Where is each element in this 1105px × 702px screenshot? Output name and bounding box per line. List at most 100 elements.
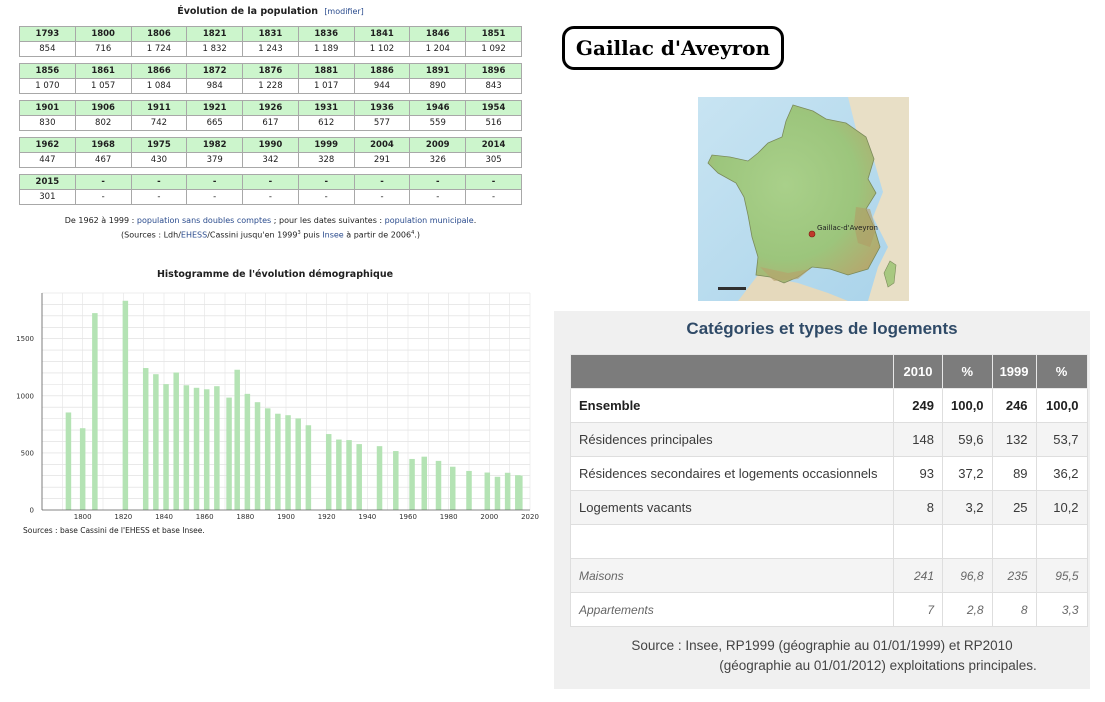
link-sans-doubles-comptes[interactable]: population sans doubles comptes xyxy=(137,216,271,225)
value-row: 1 070 1 057 1 084 984 1 228 1 017 944 890 843 xyxy=(19,78,522,94)
population-cell: - xyxy=(353,189,411,205)
housing-value-cell: 7 xyxy=(893,592,943,627)
y-tick-label: 500 xyxy=(21,449,34,457)
population-cell: 1 070 xyxy=(19,78,76,94)
histogram-bar xyxy=(435,460,442,510)
population-cell: 326 xyxy=(409,152,467,168)
link-population-municipale[interactable]: population municipale xyxy=(385,216,474,225)
population-cell: 1 102 xyxy=(353,41,411,57)
population-cell: 854 xyxy=(19,41,76,57)
population-cell: 612 xyxy=(297,115,355,131)
edit-link[interactable]: [modifier] xyxy=(324,7,363,16)
year-cell: 1921 xyxy=(186,100,244,116)
housing-value-cell: 132 xyxy=(991,422,1037,457)
housing-value-cell xyxy=(942,524,993,559)
year-cell: 1831 xyxy=(242,26,299,42)
population-cell: 742 xyxy=(130,115,188,131)
population-table: 1793 1800 1806 1821 1831 1836 1841 1846 1851 854 7… xyxy=(19,26,522,57)
housing-value-cell: 53,7 xyxy=(1035,422,1088,457)
value-row: 447 467 430 379 342 328 291 326 305 xyxy=(19,152,522,168)
histogram-bar xyxy=(122,300,129,510)
histogram-bar xyxy=(421,456,428,510)
year-cell: 1856 xyxy=(19,63,76,79)
housing-table: 2010% 1999% Ensemble 249 100,0 246 100,0 Résid… xyxy=(570,354,1088,627)
housing-value-cell: 36,2 xyxy=(1035,456,1088,491)
histogram-bar xyxy=(173,372,179,510)
population-histogram: 1800 1820 1840 1860 1880 1900 1920 1940 1960 1980… xyxy=(16,292,539,521)
x-tick-label: 1900 xyxy=(277,513,295,521)
y-tick-label: 1000 xyxy=(16,392,34,400)
location-marker-label: Gaillac-d'Aveyron xyxy=(817,224,878,232)
housing-value-cell: 37,2 xyxy=(942,456,993,491)
histogram-bar xyxy=(285,415,291,510)
population-cell: 305 xyxy=(465,152,522,168)
year-cell: 1866 xyxy=(130,63,188,79)
year-row: 1901 1906 1911 1921 1926 1931 1936 1946 1954 xyxy=(19,100,522,116)
housing-value-cell: 96,8 xyxy=(942,558,993,593)
population-title: Évolution de la population [modifier] xyxy=(177,6,364,17)
housing-panel: Catégories et types de logements 2010% 19… xyxy=(554,311,1090,689)
histogram-bar xyxy=(494,476,501,510)
population-table: 1962 1968 1975 1982 1990 1999 2004 2009 2014 447 4… xyxy=(19,137,522,168)
histogram-source: Sources : base Cassini de l'EHESS et bas… xyxy=(23,526,205,535)
housing-value-cell: 25 xyxy=(991,490,1037,525)
population-cell: 291 xyxy=(353,152,411,168)
year-row: 1856 1861 1866 1872 1876 1881 1886 1891 1896 xyxy=(19,63,522,79)
population-cell: 1 017 xyxy=(297,78,355,94)
housing-value-cell xyxy=(1035,524,1088,559)
housing-row: Appartements 7 2,8 8 3,3 xyxy=(570,592,1088,627)
population-cell: - xyxy=(74,189,132,205)
x-tick-label: 1880 xyxy=(236,513,254,521)
housing-row: Résidences principales 148 59,6 132 53,7 xyxy=(570,422,1088,457)
population-cell: 1 057 xyxy=(74,78,132,94)
housing-header-row: 2010% 1999% xyxy=(570,354,1088,389)
year-cell: - xyxy=(186,174,244,190)
location-marker xyxy=(808,230,816,238)
housing-label-cell: Résidences principales xyxy=(570,422,894,457)
population-cell: - xyxy=(186,189,244,205)
histogram-bar xyxy=(264,408,271,510)
histogram-bar xyxy=(234,369,240,510)
housing-label-cell: Appartements xyxy=(570,592,894,627)
population-cell: 559 xyxy=(409,115,467,131)
x-tick-label: 2000 xyxy=(480,513,498,521)
year-cell: 1931 xyxy=(297,100,355,116)
population-cell: 1 204 xyxy=(409,41,467,57)
population-cell: 944 xyxy=(353,78,411,94)
housing-value-cell: 89 xyxy=(991,456,1037,491)
year-cell: 1846 xyxy=(409,26,467,42)
x-tick-label: 2020 xyxy=(521,513,539,521)
population-cell: 1 228 xyxy=(242,78,299,94)
year-cell: 1911 xyxy=(130,100,188,116)
population-cell: 1 724 xyxy=(130,41,188,57)
x-tick-label: 1840 xyxy=(155,513,173,521)
housing-row: Ensemble 249 100,0 246 100,0 xyxy=(570,388,1088,423)
population-cell: 1 832 xyxy=(186,41,244,57)
year-cell: 1990 xyxy=(242,137,299,153)
histogram-bar xyxy=(517,475,523,510)
value-row: 830 802 742 665 617 612 577 559 516 xyxy=(19,115,522,131)
year-cell: 1861 xyxy=(74,63,132,79)
housing-row: Résidences secondaires et logements occa… xyxy=(570,456,1088,491)
year-cell: 1954 xyxy=(465,100,522,116)
histogram-bar xyxy=(449,466,456,510)
year-cell: 1881 xyxy=(297,63,355,79)
housing-value-cell: 235 xyxy=(991,558,1037,593)
histogram-bar xyxy=(295,418,301,510)
histogram-bar xyxy=(504,472,511,510)
value-row: 301- - - - - - - - xyxy=(19,189,522,205)
housing-value-cell: 95,5 xyxy=(1035,558,1088,593)
housing-label-cell: Ensemble xyxy=(570,388,894,423)
year-cell: 1851 xyxy=(465,26,522,42)
link-ehess[interactable]: EHESS xyxy=(181,231,207,240)
x-tick-label: 1820 xyxy=(114,513,132,521)
housing-label-cell: Logements vacants xyxy=(570,490,894,525)
histogram-bar xyxy=(183,385,190,510)
population-note: De 1962 à 1999 : population sans doubles… xyxy=(64,216,477,240)
year-cell: 1891 xyxy=(409,63,467,79)
link-insee[interactable]: Insee xyxy=(322,231,343,240)
year-cell: - xyxy=(409,174,467,190)
housing-value-cell: 59,6 xyxy=(942,422,993,457)
population-table: 2015- - - - - - - -301- - - - - - - - xyxy=(19,174,522,205)
x-tick-label: 1960 xyxy=(399,513,417,521)
